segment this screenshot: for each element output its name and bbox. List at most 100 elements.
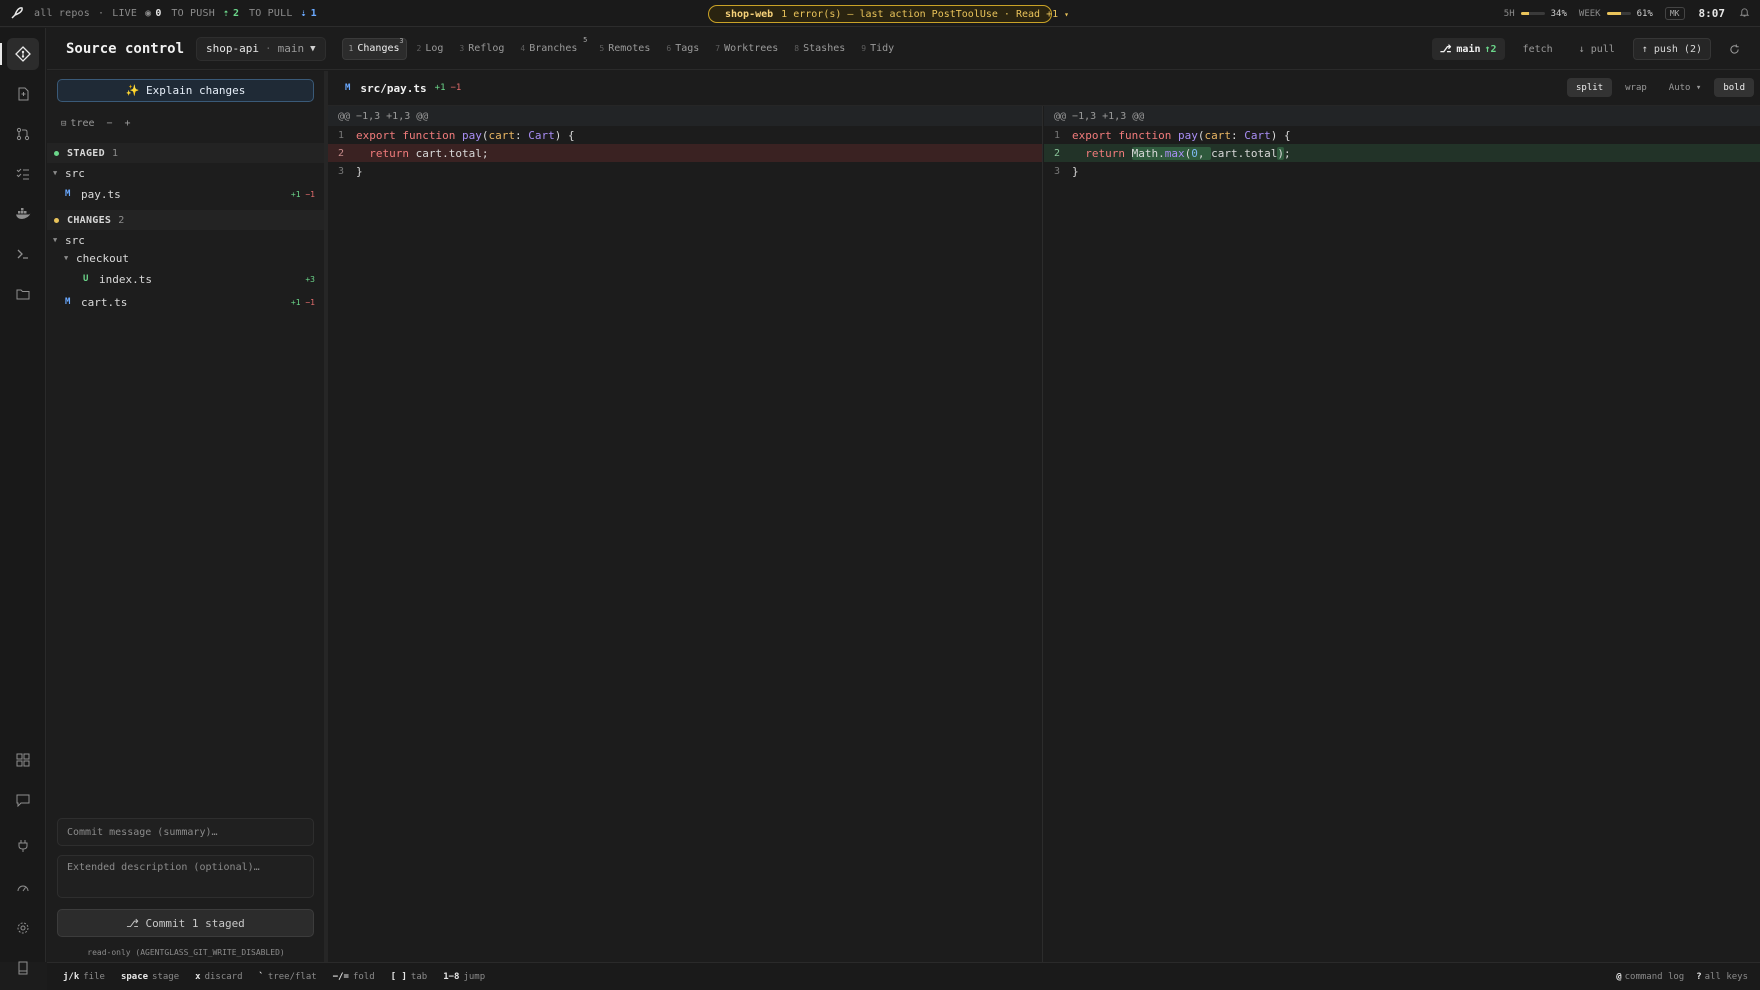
all-keys-link[interactable]: ? all keys	[1696, 972, 1748, 982]
source-control-icon[interactable]	[7, 38, 39, 70]
tab-worktrees[interactable]: 7 Worktrees	[709, 38, 784, 60]
tree-folder-row[interactable]: ▼ src	[47, 163, 325, 183]
tree-file-row[interactable]: M pay.ts +1 −1	[47, 184, 325, 204]
code-line: 1 export function pay(cart: Cart) {	[1044, 126, 1760, 144]
settings-gear-icon[interactable]	[7, 912, 39, 944]
usage-week-label: WEEK	[1578, 8, 1601, 19]
explain-changes-button[interactable]: ✨ Explain changes	[57, 79, 314, 102]
tab-branches[interactable]: 4 Branches 5	[514, 35, 589, 60]
repo-scope[interactable]: all repos	[34, 8, 90, 19]
hint-label: fold	[352, 971, 375, 982]
apps-grid-icon[interactable]	[7, 744, 39, 776]
terminal-icon[interactable]	[7, 238, 39, 270]
tab-number: 7	[715, 44, 721, 53]
user-avatar[interactable]: MK	[1664, 7, 1685, 20]
chevron-down-icon: ▼	[53, 236, 58, 244]
folder-icon[interactable]	[7, 278, 39, 310]
changes-count: 2	[118, 214, 125, 226]
tree-file-row[interactable]: M cart.ts +1 −1	[47, 292, 325, 312]
hint-label: discard	[204, 971, 243, 982]
clock: 8:07	[1698, 7, 1726, 20]
branch-name: main	[1456, 43, 1481, 55]
deletions-count: −1	[305, 297, 315, 307]
tab-reflog[interactable]: 3 Reflog	[453, 38, 510, 60]
to-pull-count[interactable]: 1	[311, 8, 317, 19]
tab-label: Changes	[357, 43, 400, 54]
tab-number: 1	[348, 44, 354, 53]
hint-key: x	[195, 971, 201, 982]
file-diff-icon[interactable]	[7, 78, 39, 110]
to-push-count[interactable]: 2	[233, 8, 239, 19]
file-name: cart.ts	[81, 295, 128, 309]
hunk-header: @@ −1,3 +1,3 @@	[1044, 106, 1760, 126]
tab-number: 8	[794, 44, 800, 53]
hint-label: tree/flat	[267, 971, 317, 982]
tasks-icon[interactable]	[7, 158, 39, 190]
code-text: }	[1072, 164, 1079, 178]
tab-changes[interactable]: 1 Changes 3	[341, 37, 407, 60]
tree-file-row[interactable]: U index.ts +3	[47, 269, 325, 289]
fetch-button[interactable]: fetch	[1515, 38, 1561, 60]
line-number: 3	[338, 165, 345, 177]
repo-separator: ·	[265, 42, 272, 55]
refresh-icon[interactable]	[1721, 38, 1748, 60]
pull-button[interactable]: ↓ pull	[1571, 38, 1623, 60]
command-log-link[interactable]: @ command log	[1616, 972, 1684, 982]
hint-discard: x discard	[195, 972, 242, 982]
bold-toggle[interactable]: bold	[1714, 78, 1754, 97]
tab-log[interactable]: 2 Log	[411, 38, 450, 60]
hint-label: tab	[410, 971, 428, 982]
theme-select[interactable]: Auto ▾	[1660, 78, 1711, 97]
code-line: 3}	[1044, 162, 1760, 180]
hint-label: all keys	[1704, 972, 1748, 982]
book-icon[interactable]	[7, 952, 39, 984]
diff-view: M src/pay.ts +1 −1 split wrap Auto ▾ bol…	[328, 71, 1760, 962]
changes-group-header[interactable]: CHANGES 2	[47, 210, 325, 230]
tab-badge: 5	[583, 35, 588, 44]
current-branch-button[interactable]: ⎇ main ↑2	[1431, 38, 1505, 60]
tab-label: Log	[425, 43, 444, 54]
bell-icon[interactable]	[1739, 7, 1750, 21]
tab-tags[interactable]: 6 Tags	[660, 38, 705, 60]
tab-label: Tags	[675, 43, 700, 54]
chat-icon[interactable]	[7, 784, 39, 816]
file-stat: +3	[305, 275, 315, 284]
tab-number: 3	[459, 44, 465, 53]
wrap-toggle[interactable]: wrap	[1616, 78, 1656, 97]
folder-name: src	[65, 233, 85, 247]
hint-key: −/=	[332, 971, 349, 982]
activity-rail	[0, 28, 46, 975]
hint-label: stage	[152, 971, 180, 982]
page-header: Source control shop-api · main ▼ 1 Change…	[47, 28, 1760, 70]
expand-all-button[interactable]: +	[125, 118, 131, 129]
tab-remotes[interactable]: 5 Remotes	[593, 38, 656, 60]
to-push-label: TO PUSH	[171, 7, 215, 19]
repo-branch-picker[interactable]: shop-api · main ▼	[196, 36, 326, 61]
plug-icon[interactable]	[7, 830, 39, 862]
code-line: 1 export function pay(cart: Cart) {	[328, 126, 1042, 144]
usage-5h-label: 5H	[1503, 8, 1515, 19]
diff-file-header: M src/pay.ts +1 −1 split wrap Auto ▾ bol…	[328, 71, 1760, 106]
split-toggle[interactable]: split	[1567, 78, 1613, 97]
hint-label: command log	[1624, 972, 1685, 982]
pull-request-icon[interactable]	[7, 118, 39, 150]
chevron-down-icon: ▼	[53, 169, 58, 177]
additions-count: +1	[434, 83, 446, 93]
error-alert-pill[interactable]: shop-web 1 error(s) — last action PostTo…	[708, 5, 1069, 23]
push-button[interactable]: ↑ push (2)	[1632, 38, 1711, 60]
tree-folder-row[interactable]: ▼ src	[47, 230, 325, 250]
tab-tidy[interactable]: 9 Tidy	[855, 38, 900, 60]
tree-folder-row[interactable]: ▼ checkout	[47, 248, 325, 268]
collapse-all-button[interactable]: −	[107, 118, 113, 129]
commit-description-input[interactable]	[57, 855, 314, 898]
staged-group-header[interactable]: STAGED 1	[47, 143, 325, 163]
tab-stashes[interactable]: 8 Stashes	[788, 38, 851, 60]
docker-icon[interactable]	[7, 198, 39, 230]
commit-button[interactable]: ⎇ Commit 1 staged	[57, 909, 314, 937]
tree-toggle[interactable]: ⊟ tree	[61, 118, 95, 129]
file-path: src/pay.ts	[360, 81, 427, 95]
gauge-icon[interactable]	[7, 872, 39, 904]
file-status: U	[83, 274, 89, 284]
commit-summary-input[interactable]	[57, 818, 314, 846]
app-logo-icon[interactable]	[0, 6, 34, 20]
